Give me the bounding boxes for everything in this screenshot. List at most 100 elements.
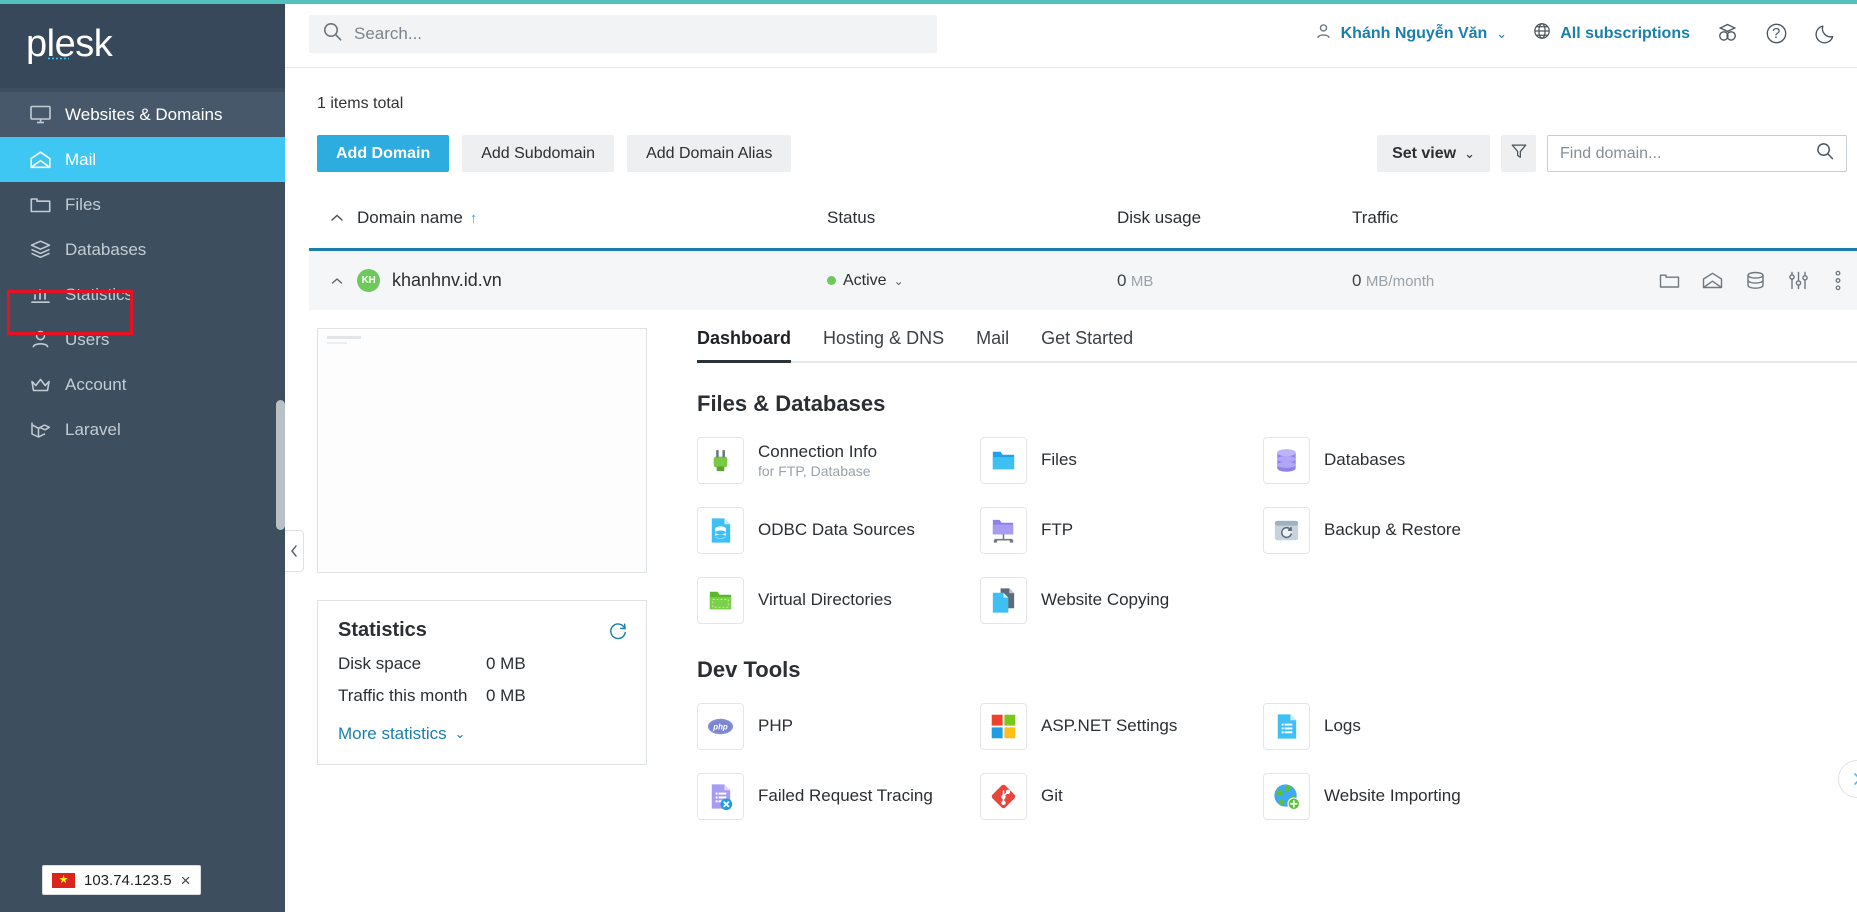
column-header-status[interactable]: Status: [827, 208, 1117, 228]
ip-badge[interactable]: ★ 103.74.123.5 ×: [42, 865, 201, 895]
table-row[interactable]: KH khanhnv.id.vn Active ⌄ 0 MB 0 MB/m: [309, 248, 1857, 310]
user-icon: [27, 329, 53, 351]
tool-php[interactable]: php PHP: [697, 697, 980, 755]
tab-mail[interactable]: Mail: [976, 328, 1009, 361]
close-icon[interactable]: ×: [181, 872, 191, 889]
column-header-disk-usage[interactable]: Disk usage: [1117, 208, 1352, 228]
status-badge[interactable]: Active ⌄: [827, 272, 1117, 290]
tool-website-copying[interactable]: Website Copying: [980, 571, 1263, 629]
night-mode-icon[interactable]: [1814, 22, 1841, 45]
tool-failed-request-tracing[interactable]: Failed Request Tracing: [697, 767, 980, 825]
tool-databases[interactable]: Databases: [1263, 431, 1546, 489]
row-domain-cell[interactable]: KH khanhnv.id.vn: [357, 269, 827, 292]
kebab-menu-icon[interactable]: [1831, 270, 1841, 291]
more-statistics-label: More statistics: [338, 724, 447, 744]
sidebar: plesk Websites & Domains Mail Files: [0, 0, 285, 912]
backup-restore-icon: [1263, 507, 1310, 554]
mail-icon[interactable]: [1702, 272, 1723, 289]
column-header-domain-name[interactable]: Domain name ↑: [357, 208, 827, 228]
sidebar-collapse-handle[interactable]: [285, 530, 304, 572]
plesk-app: plesk Websites & Domains Mail Files: [0, 0, 1857, 912]
logs-icon: [1263, 703, 1310, 750]
sidebar-item-users[interactable]: Users: [0, 317, 285, 362]
tool-virtual-directories[interactable]: Virtual Directories: [697, 571, 980, 629]
tool-files[interactable]: Files: [980, 431, 1263, 489]
all-subscriptions-link[interactable]: All subscriptions: [1533, 22, 1690, 45]
traffic-value: 0: [1352, 271, 1361, 290]
sidebar-item-statistics[interactable]: Statistics: [0, 272, 285, 317]
search-icon[interactable]: [1816, 142, 1834, 165]
tool-website-importing[interactable]: Website Importing: [1263, 767, 1546, 825]
statistics-row-value: 0 MB: [486, 686, 526, 706]
tool-aspnet-settings[interactable]: ASP.NET Settings: [980, 697, 1263, 755]
more-statistics-link[interactable]: More statistics ⌄: [338, 724, 626, 744]
sidebar-item-mail[interactable]: Mail: [0, 137, 285, 182]
grid-spacer: [1263, 571, 1546, 629]
domain-name-link[interactable]: khanhnv.id.vn: [392, 270, 502, 291]
tool-text: Logs: [1324, 715, 1361, 736]
add-subdomain-button[interactable]: Add Subdomain: [462, 135, 614, 172]
find-domain-box[interactable]: [1547, 135, 1847, 172]
column-label: Domain name: [357, 208, 463, 228]
vietnam-flag-icon: ★: [52, 873, 75, 888]
row-disk-usage-cell: 0 MB: [1117, 271, 1352, 291]
folder-icon[interactable]: [1659, 272, 1680, 290]
row-collapse-toggle[interactable]: [317, 276, 357, 286]
database-icon[interactable]: [1745, 271, 1766, 290]
site-preview-thumbnail[interactable]: [317, 328, 647, 573]
tool-odbc-data-sources[interactable]: ODBC Data Sources: [697, 501, 980, 559]
tool-text: Virtual Directories: [758, 589, 892, 610]
filter-button[interactable]: [1501, 135, 1536, 172]
tool-text: Failed Request Tracing: [758, 785, 933, 806]
search-input[interactable]: [354, 24, 923, 44]
items-total-label: 1 items total: [309, 68, 1857, 113]
user-menu[interactable]: Khánh Nguyễn Văn ⌄: [1315, 23, 1508, 45]
files-folder-icon: [980, 437, 1027, 484]
expanded-panel: Statistics Disk space 0 MB Traffic this …: [309, 310, 1857, 825]
toolbar: Add Domain Add Subdomain Add Domain Alia…: [309, 113, 1857, 172]
sidebar-item-databases[interactable]: Databases: [0, 227, 285, 272]
tool-sublabel: for FTP, Database: [758, 463, 877, 479]
extensions-icon[interactable]: [1716, 22, 1739, 45]
search-box[interactable]: [309, 15, 937, 53]
tool-git[interactable]: Git: [980, 767, 1263, 825]
tool-backup-restore[interactable]: Backup & Restore: [1263, 501, 1546, 559]
tool-label: Website Copying: [1041, 589, 1169, 610]
sidebar-item-files[interactable]: Files: [0, 182, 285, 227]
row-status-cell: Active ⌄: [827, 272, 1117, 290]
sidebar-item-label: Files: [65, 195, 101, 215]
add-domain-alias-button[interactable]: Add Domain Alias: [627, 135, 791, 172]
add-domain-button[interactable]: Add Domain: [317, 135, 449, 172]
tool-ftp[interactable]: FTP: [980, 501, 1263, 559]
sidebar-item-account[interactable]: Account: [0, 362, 285, 407]
brand-logo[interactable]: plesk: [0, 0, 285, 88]
column-header-traffic[interactable]: Traffic: [1352, 208, 1857, 228]
plug-icon: [697, 437, 744, 484]
statistics-row-value: 0 MB: [486, 654, 526, 674]
traffic-unit: MB/month: [1366, 273, 1434, 290]
tab-dashboard[interactable]: Dashboard: [697, 328, 791, 361]
aspnet-icon: [980, 703, 1027, 750]
sidebar-scrollbar[interactable]: [276, 400, 285, 530]
tool-text: Databases: [1324, 449, 1405, 470]
row-traffic-cell: 0 MB/month: [1352, 271, 1659, 291]
tab-get-started[interactable]: Get Started: [1041, 328, 1133, 361]
sidebar-item-websites-domains[interactable]: Websites & Domains: [0, 92, 285, 137]
tool-label: Databases: [1324, 449, 1405, 470]
tool-text: Git: [1041, 785, 1063, 806]
tab-hosting-dns[interactable]: Hosting & DNS: [823, 328, 944, 361]
virtual-directories-icon: [697, 577, 744, 624]
collapse-all-toggle[interactable]: [317, 213, 357, 223]
help-icon[interactable]: ?: [1765, 22, 1788, 45]
sliders-icon[interactable]: [1788, 271, 1809, 290]
website-importing-icon: [1263, 773, 1310, 820]
tool-connection-info[interactable]: Connection Info for FTP, Database: [697, 431, 980, 489]
row-action-icons: [1659, 270, 1857, 291]
tool-text: ODBC Data Sources: [758, 519, 915, 540]
tool-logs[interactable]: Logs: [1263, 697, 1546, 755]
sidebar-item-laravel[interactable]: Laravel: [0, 407, 285, 452]
refresh-icon[interactable]: [608, 621, 628, 646]
set-view-button[interactable]: Set view ⌄: [1377, 135, 1490, 172]
find-domain-input[interactable]: [1560, 145, 1816, 163]
chevron-down-icon: ⌄: [1496, 26, 1507, 42]
